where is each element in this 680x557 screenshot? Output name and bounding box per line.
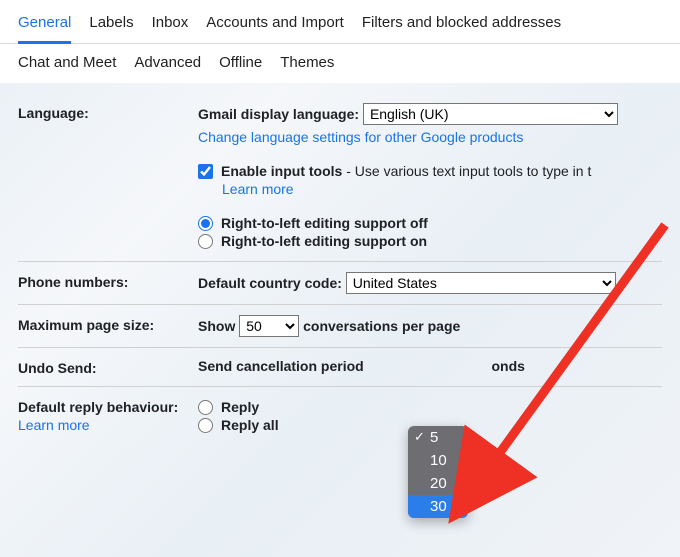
undo-option-30[interactable]: 30 bbox=[408, 495, 468, 518]
label-undo-send: Undo Send: bbox=[18, 358, 198, 376]
enable-input-tools-checkbox[interactable] bbox=[198, 164, 213, 179]
tab-filters-blocked[interactable]: Filters and blocked addresses bbox=[362, 8, 561, 43]
rtl-support-on-radio[interactable] bbox=[198, 234, 213, 249]
label-phone: Phone numbers: bbox=[18, 272, 198, 290]
page-size-select[interactable]: 50 bbox=[239, 315, 299, 337]
tab-offline[interactable]: Offline bbox=[219, 54, 262, 71]
undo-send-dropdown-open[interactable]: 5 10 20 30 bbox=[408, 426, 468, 518]
reply-radio[interactable] bbox=[198, 400, 213, 415]
undo-send-suffix: onds bbox=[491, 358, 524, 374]
tab-chat-meet[interactable]: Chat and Meet bbox=[18, 54, 116, 71]
row-page-size: Maximum page size: Show 50 conversations… bbox=[18, 304, 662, 347]
page-size-suffix: conversations per page bbox=[303, 318, 460, 334]
tab-themes[interactable]: Themes bbox=[280, 54, 334, 71]
settings-tabs-row2: Chat and Meet Advanced Offline Themes bbox=[0, 44, 680, 83]
reply-label: Reply bbox=[221, 399, 259, 415]
label-default-reply: Default reply behaviour: bbox=[18, 399, 198, 415]
row-undo-send: Undo Send: Send cancellation period onds bbox=[18, 347, 662, 386]
undo-send-prefix: Send cancellation period bbox=[198, 358, 364, 374]
undo-option-10[interactable]: 10 bbox=[408, 449, 468, 472]
enable-input-tools-label: Enable input tools bbox=[221, 163, 342, 179]
row-phone-numbers: Phone numbers: Default country code: Uni… bbox=[18, 261, 662, 304]
settings-content: Language: Gmail display language: Englis… bbox=[0, 83, 680, 445]
tab-general[interactable]: General bbox=[18, 8, 71, 44]
rtl-support-off-radio[interactable] bbox=[198, 216, 213, 231]
rtl-support-off-label: Right-to-left editing support off bbox=[221, 215, 428, 231]
tab-inbox[interactable]: Inbox bbox=[152, 8, 189, 43]
display-language-select[interactable]: English (UK) bbox=[363, 103, 618, 125]
settings-tabs-row1: General Labels Inbox Accounts and Import… bbox=[0, 0, 680, 44]
row-default-reply: Default reply behaviour: Learn more Repl… bbox=[18, 386, 662, 445]
row-language: Language: Gmail display language: Englis… bbox=[18, 93, 662, 261]
tab-advanced[interactable]: Advanced bbox=[134, 54, 201, 71]
label-language: Language: bbox=[18, 103, 198, 121]
undo-option-20[interactable]: 20 bbox=[408, 472, 468, 495]
input-tools-learn-more[interactable]: Learn more bbox=[222, 181, 662, 197]
undo-option-5[interactable]: 5 bbox=[408, 426, 468, 449]
default-country-code-label: Default country code: bbox=[198, 275, 342, 291]
tab-labels[interactable]: Labels bbox=[89, 8, 133, 43]
display-language-label: Gmail display language: bbox=[198, 106, 359, 122]
reply-all-radio[interactable] bbox=[198, 418, 213, 433]
reply-all-label: Reply all bbox=[221, 417, 279, 433]
default-reply-learn-more[interactable]: Learn more bbox=[18, 417, 198, 433]
rtl-support-on-label: Right-to-left editing support on bbox=[221, 233, 427, 249]
enable-input-tools-desc: - Use various text input tools to type i… bbox=[342, 163, 591, 179]
page-size-show: Show bbox=[198, 318, 235, 334]
default-country-code-select[interactable]: United States bbox=[346, 272, 616, 294]
label-page-size: Maximum page size: bbox=[18, 315, 198, 333]
change-language-link[interactable]: Change language settings for other Googl… bbox=[198, 129, 662, 145]
tab-accounts-import[interactable]: Accounts and Import bbox=[206, 8, 344, 43]
